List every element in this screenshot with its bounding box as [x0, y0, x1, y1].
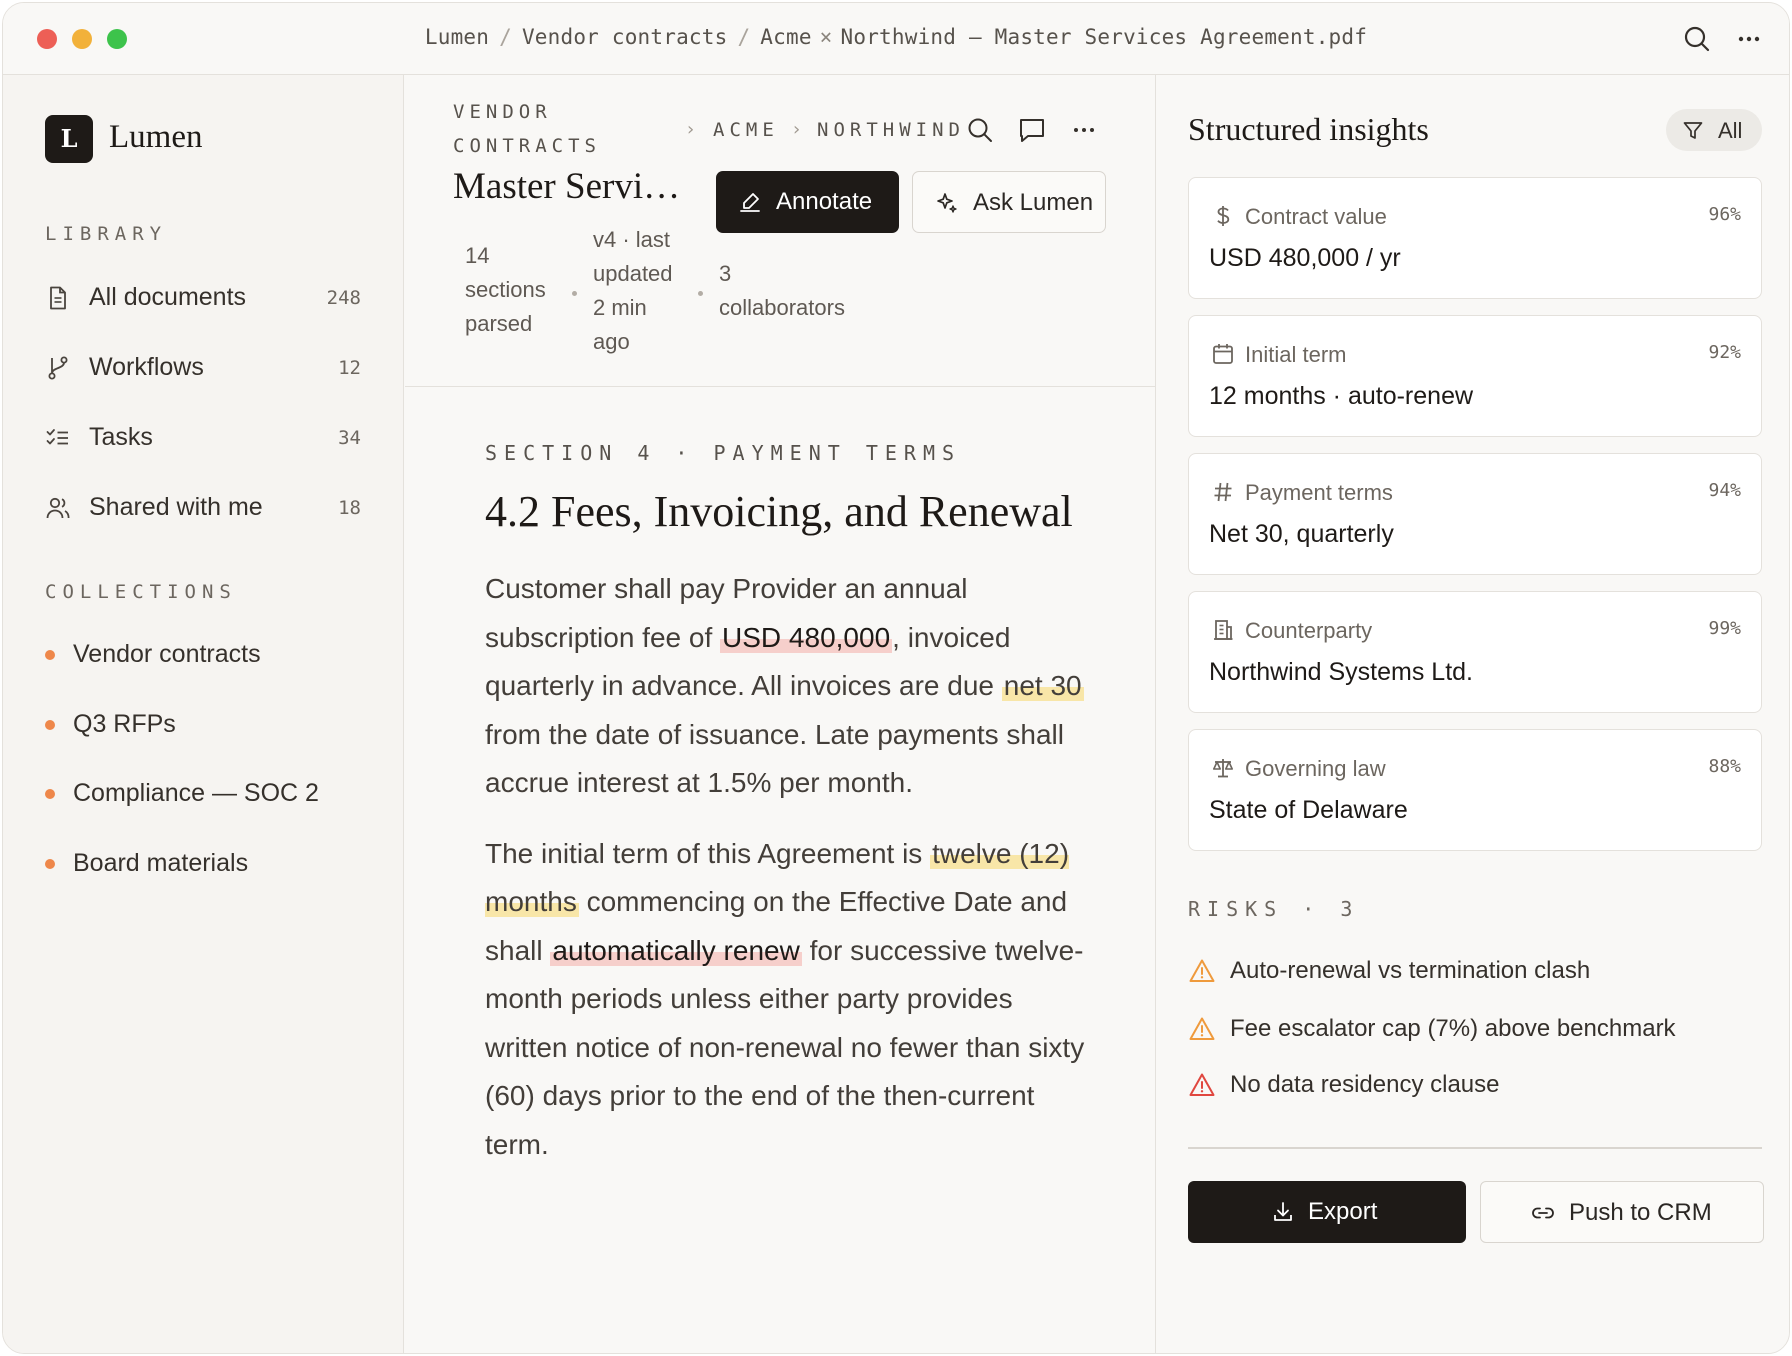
warning-icon — [1189, 959, 1215, 982]
meta-separator — [698, 291, 703, 296]
link-icon — [1532, 1207, 1554, 1219]
crumb-vendor-contracts[interactable]: Vendor contracts — [522, 25, 728, 49]
push-to-crm-button[interactable]: Push to CRM — [1480, 1181, 1764, 1243]
crumb-file: Northwind — Master Services Agreement.pd… — [840, 25, 1368, 49]
risk-item-fee-escalator[interactable]: Fee escalator cap (7%) above benchmark — [1188, 1009, 1768, 1049]
building-icon — [1214, 620, 1233, 640]
section-eyebrow: SECTION 4 · PAYMENT TERMS — [485, 441, 962, 465]
alert-icon — [1189, 1073, 1215, 1096]
chevron-right-icon: › — [793, 119, 801, 140]
collection-dot — [45, 789, 55, 799]
risk-item-data-residency[interactable]: No data residency clause — [1188, 1065, 1768, 1105]
chevron-right-icon: › — [687, 119, 695, 140]
sidebar-item-all-documents[interactable]: All documents 248 — [33, 273, 373, 323]
collection-dot — [45, 720, 55, 730]
checklist-icon — [46, 429, 68, 445]
sidebar-item-tasks[interactable]: Tasks 34 — [33, 413, 373, 463]
document-pane: VENDOR CONTRACTS › ACME › NORTHWIND Mast… — [405, 75, 1155, 1353]
users-icon — [46, 497, 70, 519]
crumb-lumen[interactable]: Lumen — [425, 25, 489, 49]
confidence-badge: 96% — [1708, 204, 1741, 225]
search-icon[interactable] — [965, 115, 995, 145]
paragraph-fees: Customer shall pay Provider an annual su… — [485, 573, 1084, 798]
sparkle-icon — [937, 193, 957, 213]
insight-card-governing-law[interactable]: Governing law 88% State of Delaware — [1188, 729, 1762, 851]
brand-name: Lumen — [109, 119, 203, 155]
more-icon[interactable] — [1069, 115, 1099, 145]
collection-compliance-soc2[interactable]: Compliance — SOC 2 — [33, 769, 373, 815]
highlight-net-30[interactable]: net 30 — [1001, 670, 1084, 701]
document-title: Master Services Agreement — [453, 166, 693, 207]
collection-vendor-contracts[interactable]: Vendor contracts — [33, 630, 373, 676]
filter-button[interactable]: All — [1666, 109, 1762, 151]
insight-card-counterparty[interactable]: Counterparty 99% Northwind Systems Ltd. — [1188, 591, 1762, 713]
window-breadcrumb: Lumen / Vendor contracts / Acme × Northwind — … — [424, 25, 1368, 49]
search-icon[interactable] — [1681, 23, 1713, 55]
insights-panel: Structured insights All Contract value 9… — [1155, 75, 1789, 1353]
library-heading: LIBRARY — [45, 223, 168, 245]
app-window: Lumen / Vendor contracts / Acme × Northwind — … — [2, 2, 1790, 1354]
filter-icon — [1683, 122, 1703, 139]
pen-icon — [740, 193, 760, 212]
doc-crumb-acme[interactable]: ACME — [713, 119, 779, 141]
collection-board-materials[interactable]: Board materials — [33, 839, 373, 885]
sidebar-item-workflows[interactable]: Workflows 12 — [33, 343, 373, 393]
collaborators-meta[interactable]: 3 collaborators — [719, 257, 845, 325]
confidence-badge: 92% — [1708, 342, 1741, 363]
calendar-icon — [1213, 344, 1233, 364]
collection-dot — [45, 859, 55, 869]
sections-parsed-meta: 14 sections parsed — [465, 243, 546, 336]
sidebar-item-shared[interactable]: Shared with me 18 — [33, 483, 373, 533]
crumb-acme: Acme — [760, 25, 812, 49]
paragraph-renewal: The initial term of this Agreement is tw… — [485, 837, 1085, 1160]
version-meta: v4 · last updated 2 min ago — [593, 227, 673, 354]
branch-icon — [48, 356, 68, 380]
confidence-badge: 88% — [1708, 756, 1741, 777]
section-title: 4.2 Fees, Invoicing, and Renewal — [485, 487, 1073, 536]
more-icon[interactable] — [1733, 23, 1765, 55]
document-header: VENDOR CONTRACTS › ACME › NORTHWIND Mast… — [405, 75, 1155, 387]
highlight-fee-amount[interactable]: USD 480,000 — [720, 621, 893, 653]
highlight-auto-renew[interactable]: automatically renew — [550, 934, 802, 966]
risk-item-auto-renewal[interactable]: Auto-renewal vs termination clash — [1188, 951, 1768, 991]
logo: L — [45, 115, 93, 163]
document-body: SECTION 4 · PAYMENT TERMS 4.2 Fees, Invo… — [485, 441, 1085, 1169]
doc-crumb-contracts[interactable]: CONTRACTS — [453, 135, 601, 157]
risks-heading: RISKS · 3 — [1188, 897, 1360, 921]
divider — [1188, 1147, 1762, 1149]
confidence-badge: 99% — [1708, 618, 1741, 639]
collection-dot — [45, 650, 55, 660]
hash-icon — [1214, 482, 1232, 502]
insight-card-payment-terms[interactable]: Payment terms 94% Net 30, quarterly — [1188, 453, 1762, 575]
collections-heading: COLLECTIONS — [45, 581, 237, 603]
scale-icon — [1213, 759, 1233, 778]
collection-q3-rfps[interactable]: Q3 RFPs — [33, 700, 373, 746]
insight-card-contract-value[interactable]: Contract value 96% USD 480,000 / yr — [1188, 177, 1762, 299]
doc-crumb-vendor[interactable]: VENDOR — [453, 101, 552, 123]
comment-icon[interactable] — [1017, 115, 1047, 145]
insight-card-initial-term[interactable]: Initial term 92% 12 months · auto-renew — [1188, 315, 1762, 437]
confidence-badge: 94% — [1708, 480, 1741, 501]
export-button[interactable]: Export — [1188, 1181, 1466, 1243]
sidebar: L Lumen LIBRARY All documents 248 Workfl… — [3, 75, 404, 1353]
dollar-icon — [1217, 206, 1230, 226]
doc-crumb-northwind: NORTHWIND — [817, 119, 965, 141]
title-bar: Lumen / Vendor contracts / Acme × Northwind — … — [3, 3, 1789, 75]
meta-separator — [572, 291, 577, 296]
insights-title: Structured insights — [1188, 111, 1429, 147]
document-icon — [50, 286, 66, 310]
annotate-button[interactable]: Annotate — [716, 171, 899, 233]
download-icon — [1274, 1202, 1292, 1221]
ask-lumen-button[interactable]: Ask Lumen — [912, 171, 1106, 233]
warning-icon — [1189, 1017, 1215, 1040]
